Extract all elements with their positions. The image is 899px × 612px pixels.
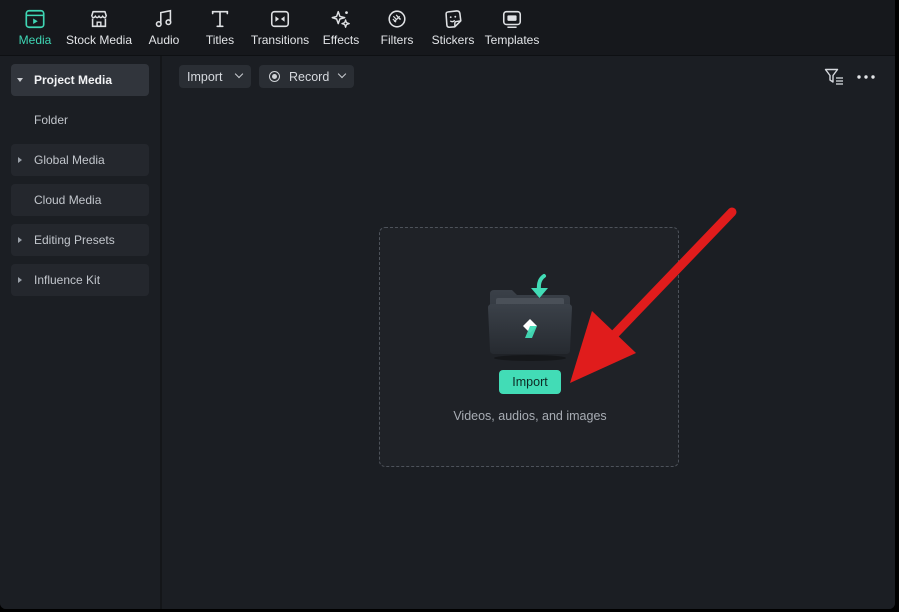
music-note-icon xyxy=(152,7,176,31)
tab-transitions[interactable]: Transitions xyxy=(250,0,310,56)
caret-right-icon xyxy=(18,157,22,163)
sidebar-item-folder[interactable]: Folder xyxy=(11,104,149,136)
tab-effects-label: Effects xyxy=(322,33,360,47)
sidebar-item-label: Editing Presets xyxy=(34,233,115,247)
tab-stickers[interactable]: Stickers xyxy=(431,0,475,56)
tab-stickers-label: Stickers xyxy=(431,33,475,47)
caret-right-icon xyxy=(18,237,22,243)
app-window: Media Stock Media Audio Titles Transitio… xyxy=(0,0,895,609)
media-sidebar: Project Media Folder Global Media Cloud … xyxy=(0,56,162,609)
sidebar-item-label: Influence Kit xyxy=(34,273,101,287)
import-folder-icon xyxy=(488,274,572,361)
top-toolbar: Media Stock Media Audio Titles Transitio… xyxy=(0,0,895,56)
sidebar-item-editing-presets[interactable]: Editing Presets xyxy=(11,224,149,256)
sidebar-item-global-media[interactable]: Global Media xyxy=(11,144,149,176)
title-t-icon xyxy=(208,7,232,31)
caret-right-icon xyxy=(18,277,22,283)
caret-down-icon xyxy=(17,78,23,82)
sidebar-item-influence-kit[interactable]: Influence Kit xyxy=(11,264,149,296)
sidebar-item-label: Cloud Media xyxy=(34,193,102,207)
import-drop-zone[interactable]: Import Videos, audios, and images xyxy=(379,227,679,467)
import-dropdown-label: Import xyxy=(187,69,223,84)
tab-filters-label: Filters xyxy=(380,33,414,47)
chevron-down-icon xyxy=(234,69,244,79)
record-dropdown[interactable]: Record xyxy=(259,65,354,88)
sidebar-item-project-media[interactable]: Project Media xyxy=(11,64,149,96)
import-button[interactable]: Import xyxy=(499,370,561,394)
tab-stock-media-label: Stock Media xyxy=(65,33,133,47)
tab-stock-media[interactable]: Stock Media xyxy=(66,0,132,56)
stickers-icon xyxy=(441,7,465,31)
sidebar-item-cloud-media[interactable]: Cloud Media xyxy=(11,184,149,216)
tab-templates[interactable]: Templates xyxy=(485,0,539,56)
tab-titles-label: Titles xyxy=(205,33,235,47)
supported-formats-hint: Videos, audios, and images xyxy=(453,409,607,423)
sidebar-item-label: Project Media xyxy=(34,73,113,87)
chevron-down-icon xyxy=(337,69,347,79)
effects-sparkle-icon xyxy=(329,7,353,31)
tab-filters[interactable]: Filters xyxy=(378,0,416,56)
media-library-panel: Import Record Import Videos, audios, and… xyxy=(164,56,895,609)
tab-audio[interactable]: Audio xyxy=(146,0,182,56)
record-dropdown-label: Record xyxy=(289,69,330,84)
transitions-icon xyxy=(268,7,292,31)
record-icon xyxy=(269,71,280,82)
sidebar-item-label: Global Media xyxy=(34,153,105,167)
more-options-icon[interactable] xyxy=(856,69,876,85)
tab-effects[interactable]: Effects xyxy=(320,0,362,56)
tab-titles[interactable]: Titles xyxy=(203,0,237,56)
tab-audio-label: Audio xyxy=(148,33,180,47)
stock-media-icon xyxy=(87,7,111,31)
tab-templates-label: Templates xyxy=(484,33,540,47)
filters-icon xyxy=(385,7,409,31)
filter-icon[interactable] xyxy=(824,68,844,86)
templates-icon xyxy=(500,7,524,31)
tab-media-label: Media xyxy=(18,33,52,47)
import-dropdown[interactable]: Import xyxy=(179,65,251,88)
tab-media[interactable]: Media xyxy=(16,0,54,56)
sidebar-item-label: Folder xyxy=(34,113,69,127)
tab-transitions-label: Transitions xyxy=(250,33,310,47)
media-icon xyxy=(23,7,47,31)
